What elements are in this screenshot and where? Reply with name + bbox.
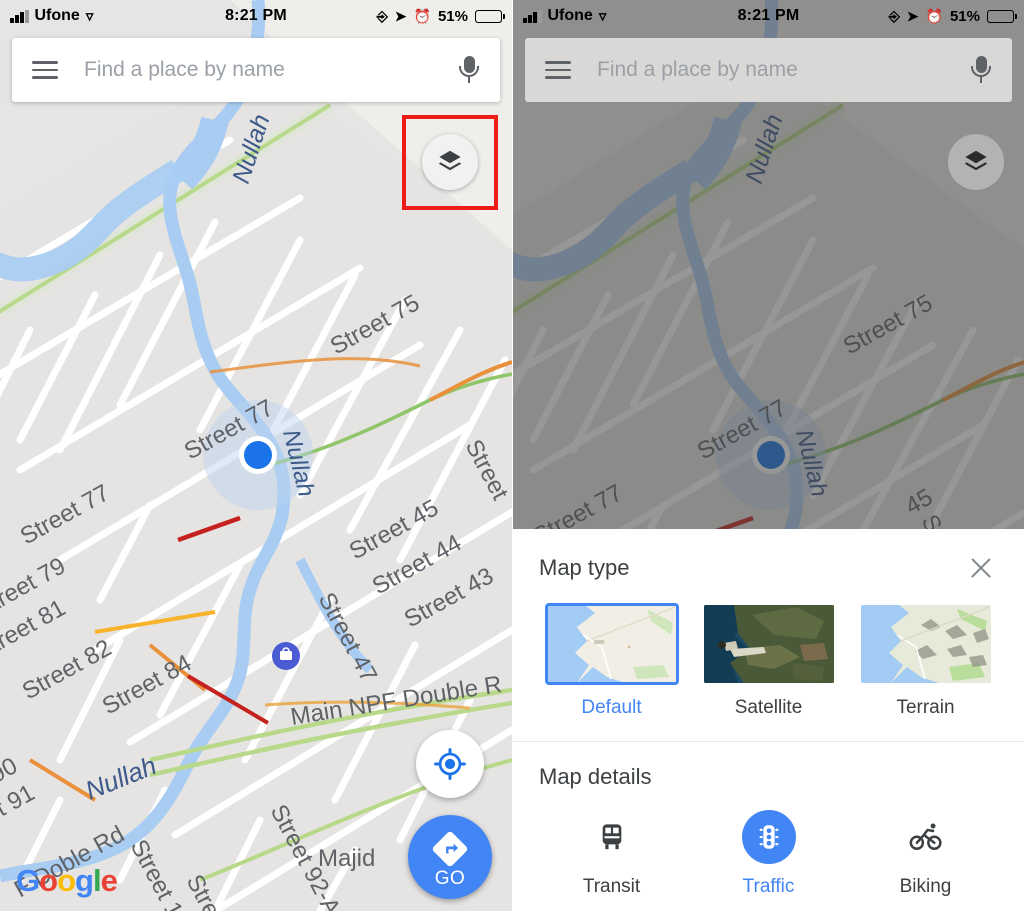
bicycle-icon [909,823,942,851]
alarm-clock-icon: ⏰ [413,8,431,24]
battery-percent: 51% [437,7,468,25]
location-arrow-icon: ➤ [906,8,919,24]
terrain-map-thumbnail[interactable] [860,605,991,683]
map-type-terrain[interactable]: Terrain [847,605,1004,719]
search-bar-left[interactable] [12,38,500,102]
shopping-pin-icon [272,642,300,670]
navigation-diamond-icon [432,831,468,866]
map-type-label: Default [581,697,642,718]
map-detail-traffic[interactable]: Traffic [690,810,847,898]
map-type-default[interactable]: Default [533,603,690,719]
search-input[interactable] [84,58,458,82]
close-icon[interactable] [964,551,998,585]
alarm-clock-icon: ⏰ [925,8,943,24]
sheet-header: Map type [513,529,1024,585]
hamburger-menu-icon[interactable] [32,61,58,79]
go-button[interactable]: GO [408,815,492,899]
map-details-title: Map details [539,764,652,789]
status-bar-right: Ufone ▿ 8:21 PM ⎆ ➤ ⏰ 51% [513,0,1024,32]
my-location-button[interactable] [416,730,484,798]
transit-train-icon [602,824,621,850]
battery-percent: 51% [949,7,980,25]
go-label: GO [434,867,466,889]
status-right-group: ⎆ ➤ ⏰ 51% [888,7,1018,25]
location-arrow-icon: ➤ [394,8,407,24]
layers-icon [964,150,988,171]
google-watermark: Google [16,863,118,898]
map-screen-right: Nullah Street 75 Street 77 Nullah Street… [512,0,1024,911]
map-type-label: Terrain [896,697,955,718]
map-type-satellite[interactable]: Satellite [690,605,847,719]
screenshot-stage: Nullah Street 75 Street 77 Nullah Street… [0,0,1024,911]
status-bar-left: Ufone ▿ 8:21 PM ⎆ ➤ ⏰ 51% [0,0,512,32]
search-bar-right[interactable] [525,38,1012,102]
satellite-map-thumbnail[interactable] [703,605,834,683]
map-detail-label: Biking [899,876,952,897]
map-detail-biking[interactable]: Biking [847,810,1004,898]
microphone-icon[interactable] [458,55,480,85]
map-detail-label: Traffic [742,876,795,897]
microphone-icon[interactable] [970,55,992,85]
annotation-highlight-box [402,115,498,210]
map-type-label: Satellite [734,697,803,718]
map-detail-label: Transit [582,876,641,897]
svg-text:Majid: Majid [318,845,375,872]
rotation-lock-icon: ⎆ [888,8,900,24]
traffic-icon-wrap [741,810,796,864]
map-detail-transit[interactable]: Transit [533,810,690,898]
rotation-lock-icon: ⎆ [376,8,388,24]
traffic-light-icon [759,825,778,849]
map-screen-left: Nullah Street 75 Street 77 Nullah Street… [0,0,512,911]
battery-icon [475,9,506,23]
search-input[interactable] [597,58,970,82]
map-layers-bottom-sheet: Map type Default Satellite Terrain Map d… [513,529,1024,911]
layers-button[interactable] [948,134,1004,190]
status-right-group: ⎆ ➤ ⏰ 51% [376,7,506,25]
my-location-icon [434,748,466,780]
map-type-title: Map type [539,555,630,580]
biking-icon-wrap [899,810,953,864]
default-map-thumbnail[interactable] [544,603,679,685]
battery-icon [987,9,1018,23]
map-details-options: Transit Traffic Biking [513,790,1024,898]
hamburger-menu-icon[interactable] [545,61,571,79]
transit-icon-wrap [585,810,639,864]
map-type-options: Default Satellite Terrain [513,585,1024,719]
